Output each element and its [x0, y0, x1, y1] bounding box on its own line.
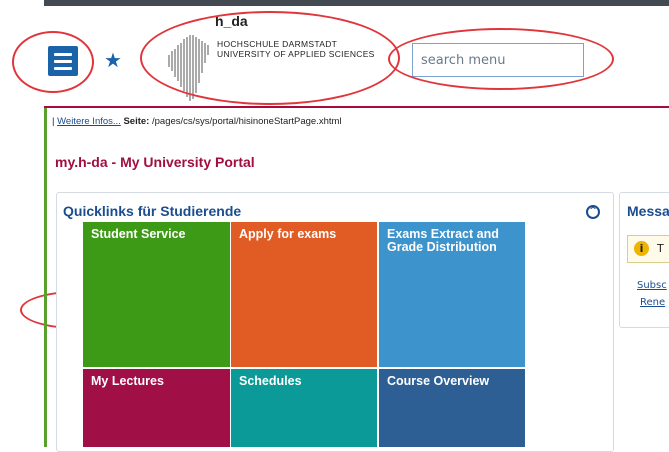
tile-student-service[interactable]: Student Service [83, 222, 230, 367]
logo-line2: UNIVERSITY OF APPLIED SCIENCES [217, 49, 375, 59]
logo-bars-icon [168, 35, 209, 101]
chevron-up-circle-icon[interactable]: ^ [586, 205, 600, 219]
left-margin [0, 0, 44, 447]
hamburger-menu-button[interactable] [48, 46, 78, 76]
tile-schedules[interactable]: Schedules [231, 369, 377, 447]
top-rule [44, 0, 669, 6]
hamburger-icon [54, 53, 72, 56]
tile-my-lectures[interactable]: My Lectures [83, 369, 230, 447]
subscribe-link[interactable]: Subsc [637, 280, 667, 291]
info-icon: i [634, 241, 649, 256]
search-menu-input[interactable] [412, 43, 584, 77]
breadcrumb-separator: | [52, 116, 55, 127]
quicklinks-title: Quicklinks für Studierende [63, 203, 242, 219]
tile-exams-extract[interactable]: Exams Extract and Grade Distribution [379, 222, 525, 367]
messages-panel: Messa i T Subsc Rene [619, 192, 669, 328]
page-title: my.h-da - My University Portal [55, 154, 255, 170]
message-info-row: i T [627, 235, 669, 263]
breadcrumb: | Weitere Infos... Seite: /pages/cs/sys/… [52, 116, 342, 127]
page-label: Seite: [123, 116, 150, 127]
star-icon[interactable]: ★ [104, 50, 122, 70]
logo-name: h_da [215, 13, 248, 29]
renew-link[interactable]: Rene [640, 297, 665, 308]
hda-logo[interactable]: h_da HOCHSCHULE DARMSTADT UNIVERSITY OF … [165, 13, 385, 103]
tile-apply-for-exams[interactable]: Apply for exams [231, 222, 377, 367]
weitere-infos-link[interactable]: Weitere Infos... [57, 116, 121, 127]
message-info-text: T [657, 242, 664, 255]
messages-title: Messa [627, 203, 669, 219]
page-path: /pages/cs/sys/portal/hisinoneStartPage.x… [151, 116, 342, 127]
logo-line1: HOCHSCHULE DARMSTADT [217, 39, 338, 49]
header-divider [44, 106, 669, 108]
tile-course-overview[interactable]: Course Overview [379, 369, 525, 447]
side-accent-line [44, 108, 47, 447]
